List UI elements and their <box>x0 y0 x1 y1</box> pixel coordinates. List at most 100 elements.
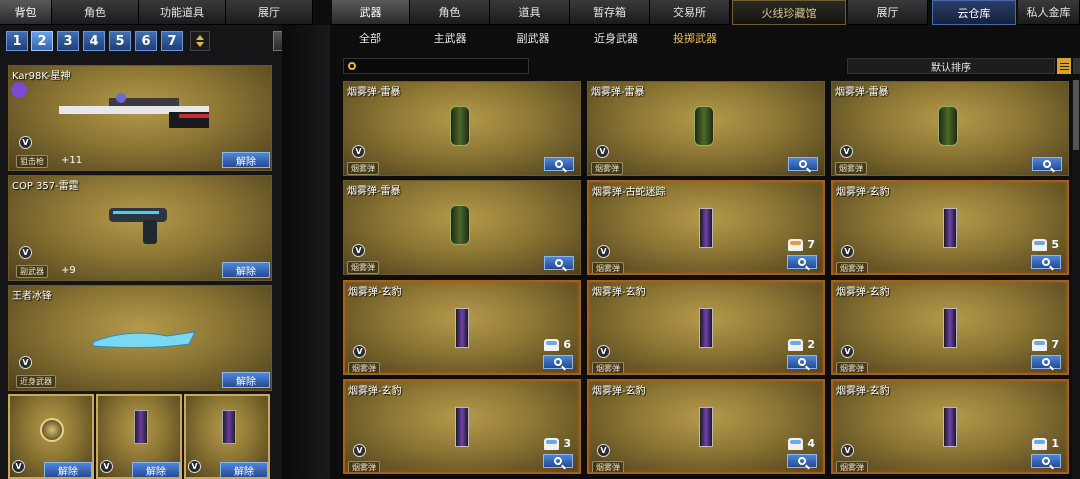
remove-button[interactable]: 解除 <box>222 262 270 278</box>
chevron-down-icon[interactable] <box>196 42 204 47</box>
sort-dropdown[interactable]: 默认排序 <box>847 58 1055 74</box>
item-count-value: 1 <box>1051 437 1059 450</box>
item-detail-button[interactable] <box>787 355 817 369</box>
v-badge: V <box>841 444 854 457</box>
subtab-primary[interactable]: 主武器 <box>425 28 475 48</box>
v-badge: V <box>597 245 610 258</box>
magnifier-icon <box>555 160 563 168</box>
tab-weapons[interactable]: 武器 <box>332 0 410 25</box>
smoke-grenade-icon <box>450 205 470 245</box>
tab-exchange[interactable]: 交易所 <box>650 0 730 25</box>
page-stepper[interactable] <box>190 31 210 51</box>
item-card[interactable]: 烟雾弹-雷暴 V 烟雾弹 <box>587 81 825 176</box>
tab-items[interactable]: 道具 <box>490 0 570 25</box>
item-card[interactable]: 烟雾弹-玄豹 V 烟雾弹 5 <box>831 180 1069 275</box>
weapon-type-tag: 副武器 <box>16 265 48 278</box>
tab-character[interactable]: 角色 <box>410 0 490 25</box>
item-card[interactable]: 烟雾弹-雷暴 V 烟雾弹 <box>831 81 1069 176</box>
item-count: 6 <box>544 338 571 351</box>
item-type-tag: 烟雾弹 <box>835 162 867 175</box>
equipped-card-3[interactable]: 王者冰锋 V 近身武器 解除 <box>8 285 272 391</box>
item-type-tag: 烟雾弹 <box>836 461 868 472</box>
equipped-card-2[interactable]: COP 357-雷霆 V 副武器 +9 解除 <box>8 175 272 281</box>
subtab-melee[interactable]: 近身武器 <box>586 28 646 48</box>
v-badge: V <box>19 246 32 259</box>
item-type-tag: 烟雾弹 <box>836 262 868 273</box>
page-button-3[interactable]: 3 <box>57 31 79 51</box>
item-detail-button[interactable] <box>788 157 818 171</box>
remove-button[interactable]: 解除 <box>44 462 92 477</box>
equipped-small-card-3[interactable]: V 解除 <box>184 394 270 479</box>
tab-private-vault[interactable]: 私人金库 <box>1018 0 1080 25</box>
item-count: 7 <box>788 238 815 251</box>
item-count: 7 <box>1032 338 1059 351</box>
magnifier-icon <box>798 457 806 465</box>
remove-button[interactable]: 解除 <box>220 462 268 477</box>
remove-button[interactable]: 解除 <box>222 152 270 168</box>
tab-backpack[interactable]: 背包 <box>0 0 52 25</box>
tab-character-left[interactable]: 角色 <box>52 0 139 25</box>
tab-showroom-left[interactable]: 展厅 <box>226 0 313 25</box>
magnifier-icon <box>798 258 806 266</box>
list-view-button[interactable] <box>1057 58 1071 74</box>
item-card[interactable]: 烟雾弹-玄豹 V 烟雾弹 3 <box>343 379 581 474</box>
v-badge: V <box>12 460 25 473</box>
scrollbar-track[interactable] <box>1072 80 1080 479</box>
item-name: 烟雾弹-玄豹 <box>836 187 890 198</box>
equipped-small-card-2[interactable]: V 解除 <box>96 394 182 479</box>
item-detail-button[interactable] <box>1032 157 1062 171</box>
search-field[interactable] <box>343 58 529 74</box>
item-count: 3 <box>544 437 571 450</box>
item-card[interactable]: 烟雾弹-雷暴 V 烟雾弹 <box>343 81 581 176</box>
tab-showroom[interactable]: 展厅 <box>848 0 928 25</box>
tab-collection-hall[interactable]: 火线珍藏馆 <box>732 0 846 25</box>
item-name: 烟雾弹-玄豹 <box>348 386 402 397</box>
item-detail-button[interactable] <box>543 454 573 468</box>
chevron-up-icon[interactable] <box>196 35 204 40</box>
item-card[interactable]: 烟雾弹-玄豹 V 烟雾弹 7 <box>831 280 1069 375</box>
v-badge: V <box>840 145 853 158</box>
smoke-canister-icon <box>943 208 957 248</box>
subtab-all[interactable]: 全部 <box>350 28 390 48</box>
item-detail-button[interactable] <box>1031 454 1061 468</box>
tab-temp-storage[interactable]: 暂存箱 <box>570 0 650 25</box>
page-button-5[interactable]: 5 <box>109 31 131 51</box>
item-count-value: 5 <box>1051 238 1059 251</box>
item-detail-button[interactable] <box>544 256 574 270</box>
item-detail-button[interactable] <box>787 454 817 468</box>
item-detail-button[interactable] <box>543 355 573 369</box>
search-input[interactable] <box>362 60 522 72</box>
tab-functional-items[interactable]: 功能道具 <box>139 0 226 25</box>
page-button-1[interactable]: 1 <box>6 31 28 51</box>
item-card[interactable]: 烟雾弹-玄豹 V 烟雾弹 6 <box>343 280 581 375</box>
page-button-7[interactable]: 7 <box>161 31 183 51</box>
remove-button[interactable]: 解除 <box>132 462 180 477</box>
smoke-canister-icon <box>699 308 713 348</box>
item-detail-button[interactable] <box>544 157 574 171</box>
page-button-2[interactable]: 2 <box>31 31 53 51</box>
remove-button[interactable]: 解除 <box>222 372 270 388</box>
equipped-name: 王者冰锋 <box>12 291 52 302</box>
page-button-6[interactable]: 6 <box>135 31 157 51</box>
item-detail-button[interactable] <box>1031 255 1061 269</box>
pistol-icon <box>109 208 167 244</box>
subtab-secondary[interactable]: 副武器 <box>508 28 558 48</box>
page-button-4[interactable]: 4 <box>83 31 105 51</box>
item-card[interactable]: 烟雾弹-玄豹 V 烟雾弹 4 <box>587 379 825 474</box>
v-badge: V <box>353 345 366 358</box>
item-count-value: 6 <box>563 338 571 351</box>
v-badge: V <box>596 145 609 158</box>
item-card[interactable]: 烟雾弹-雷暴 V 烟雾弹 <box>343 180 581 275</box>
grid-view-button[interactable] <box>1073 58 1080 74</box>
item-card[interactable]: 烟雾弹-玄豹 V 烟雾弹 1 <box>831 379 1069 474</box>
tab-cloud-storage[interactable]: 云仓库 <box>932 0 1016 25</box>
scrollbar-thumb[interactable] <box>1073 80 1079 150</box>
equipped-small-card-1[interactable]: V 解除 <box>8 394 94 479</box>
subtab-throwable[interactable]: 投掷武器 <box>665 28 725 48</box>
item-detail-button[interactable] <box>1031 355 1061 369</box>
equipped-card-1[interactable]: Kar98K-星神 V 狙击枪 +11 解除 <box>8 65 272 171</box>
v-badge: V <box>352 145 365 158</box>
item-card[interactable]: 烟雾弹-古蛇迷踪 V 烟雾弹 7 <box>587 180 825 275</box>
item-card[interactable]: 烟雾弹-玄豹 V 烟雾弹 2 <box>587 280 825 375</box>
item-detail-button[interactable] <box>787 255 817 269</box>
